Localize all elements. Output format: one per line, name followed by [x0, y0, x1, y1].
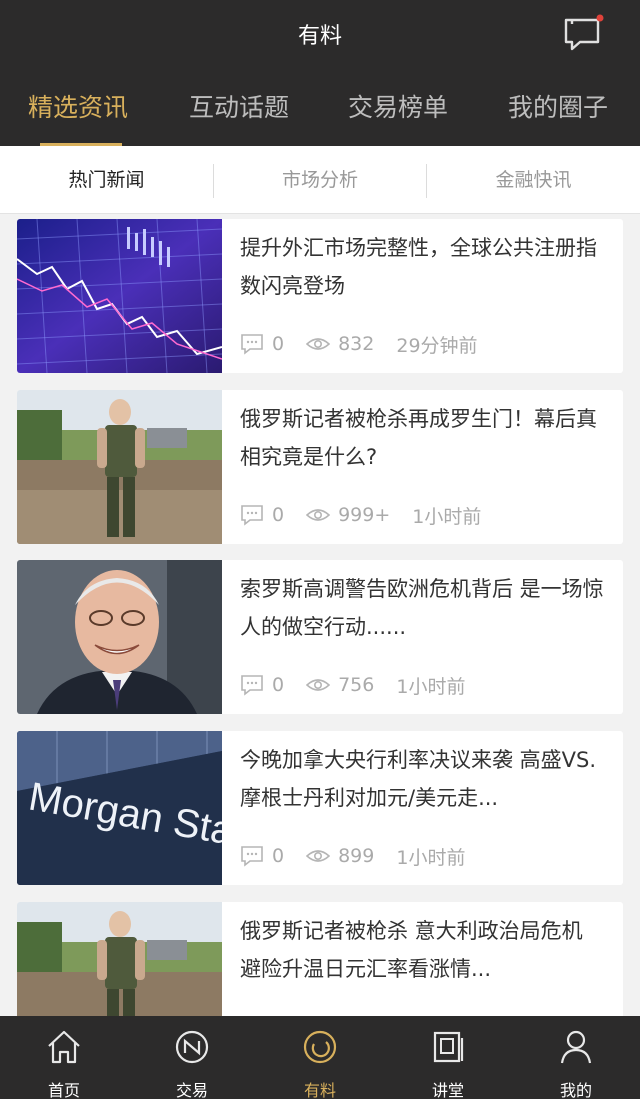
forex-chart-image	[17, 219, 222, 373]
news-card[interactable]: 提升外汇市场完整性，全球公共注册指数闪亮登场 0 832 29分钟前	[17, 219, 623, 373]
sub-tabs: 热门新闻 市场分析 金融快讯	[0, 146, 640, 214]
news-headline: 提升外汇市场完整性，全球公共注册指数闪亮登场	[240, 236, 597, 298]
news-headline: 俄罗斯记者被枪杀再成罗生门！幕后真相究竟是什么?	[240, 407, 597, 469]
nav-label: 讲堂	[431, 1081, 464, 1099]
soldier-image	[17, 902, 222, 1016]
subtab-market-analysis[interactable]: 市场分析	[214, 146, 426, 214]
news-thumbnail	[17, 390, 222, 544]
comment-count: 0	[272, 845, 285, 867]
view-count: 899	[338, 845, 375, 867]
view-icon	[306, 338, 331, 350]
nav-label: 我的	[559, 1081, 592, 1099]
page-title: 有料	[297, 24, 342, 49]
nav-label: 首页	[47, 1081, 80, 1099]
nav-profile[interactable]: 我的	[512, 1016, 640, 1099]
view-icon	[306, 509, 331, 521]
top-bar: 有料	[0, 0, 640, 68]
view-count: 999+	[338, 504, 391, 526]
nav-home[interactable]: 首页	[0, 1016, 128, 1099]
comment-icon	[241, 675, 263, 696]
portrait-image	[17, 560, 222, 714]
soldier-image	[17, 390, 222, 544]
news-thumbnail: Morgan Stanle	[17, 731, 222, 885]
nav-trade[interactable]: 交易	[128, 1016, 256, 1099]
nav-label: 交易	[175, 1081, 208, 1099]
unread-dot	[596, 14, 604, 22]
news-headline: 今晚加拿大央行利率决议来袭 高盛VS.摩根士丹利对加元/美元走...	[240, 748, 597, 810]
publish-time: 1小时前	[396, 675, 466, 698]
tab-featured-news[interactable]: 精选资讯	[28, 88, 128, 124]
comment-count: 0	[272, 674, 285, 696]
tab-interactive-topics[interactable]: 互动话题	[189, 88, 289, 124]
lecture-icon	[433, 1031, 464, 1063]
news-list: 提升外汇市场完整性，全球公共注册指数闪亮登场 0 832 29分钟前 俄罗斯记者…	[0, 214, 640, 1016]
feed-icon	[303, 1030, 337, 1064]
news-card[interactable]: 俄罗斯记者被枪杀 意大利政治局危机 避险升温日元汇率看涨情...	[17, 902, 623, 1016]
tab-my-circle[interactable]: 我的圈子	[508, 88, 608, 124]
tab-trade-rankings[interactable]: 交易榜单	[348, 88, 448, 124]
view-count: 756	[338, 674, 375, 696]
news-thumbnail	[17, 219, 222, 373]
comment-count: 0	[272, 333, 285, 355]
news-headline: 索罗斯高调警告欧洲危机背后 是一场惊人的做空行动......	[240, 577, 604, 639]
nav-lecture[interactable]: 讲堂	[384, 1016, 512, 1099]
morgan-stanley-sign-image: Morgan Stanle	[17, 731, 222, 885]
news-thumbnail	[17, 560, 222, 714]
view-icon	[306, 850, 331, 862]
news-meta: 0 756 1小时前	[240, 672, 465, 698]
news-card[interactable]: Morgan Stanle 今晚加拿大央行利率决议来袭 高盛VS.摩根士丹利对加…	[17, 731, 623, 885]
news-headline: 俄罗斯记者被枪杀 意大利政治局危机 避险升温日元汇率看涨情...	[240, 919, 583, 981]
subtab-hot-news[interactable]: 热门新闻	[0, 146, 213, 214]
profile-icon	[560, 1030, 592, 1064]
home-icon	[48, 1030, 80, 1064]
view-icon	[306, 679, 331, 691]
nav-label: 有料	[303, 1081, 336, 1099]
message-icon	[564, 14, 604, 51]
subtab-financial-flash[interactable]: 金融快讯	[427, 146, 640, 214]
comment-icon	[241, 505, 263, 526]
publish-time: 1小时前	[412, 505, 482, 528]
news-meta: 0 999+ 1小时前	[240, 502, 481, 528]
news-meta: 0 832 29分钟前	[240, 331, 478, 357]
nav-feed[interactable]: 有料	[256, 1016, 384, 1099]
comment-icon	[241, 846, 263, 867]
comment-count: 0	[272, 504, 285, 526]
publish-time: 29分钟前	[396, 334, 478, 357]
message-button[interactable]	[562, 14, 606, 54]
trade-icon	[175, 1030, 209, 1064]
publish-time: 1小时前	[396, 846, 466, 869]
comment-icon	[241, 334, 263, 355]
news-thumbnail	[17, 902, 222, 1016]
news-meta: 0 899 1小时前	[240, 843, 465, 869]
news-card[interactable]: 俄罗斯记者被枪杀再成罗生门！幕后真相究竟是什么? 0 999+ 1小时前	[17, 390, 623, 544]
bottom-nav: 首页 交易 有料 讲堂 我的	[0, 1016, 640, 1099]
view-count: 832	[338, 333, 375, 355]
category-tabs: 精选资讯 互动话题 交易榜单 我的圈子	[0, 68, 640, 146]
news-card[interactable]: 索罗斯高调警告欧洲危机背后 是一场惊人的做空行动...... 0 756 1小时…	[17, 560, 623, 714]
